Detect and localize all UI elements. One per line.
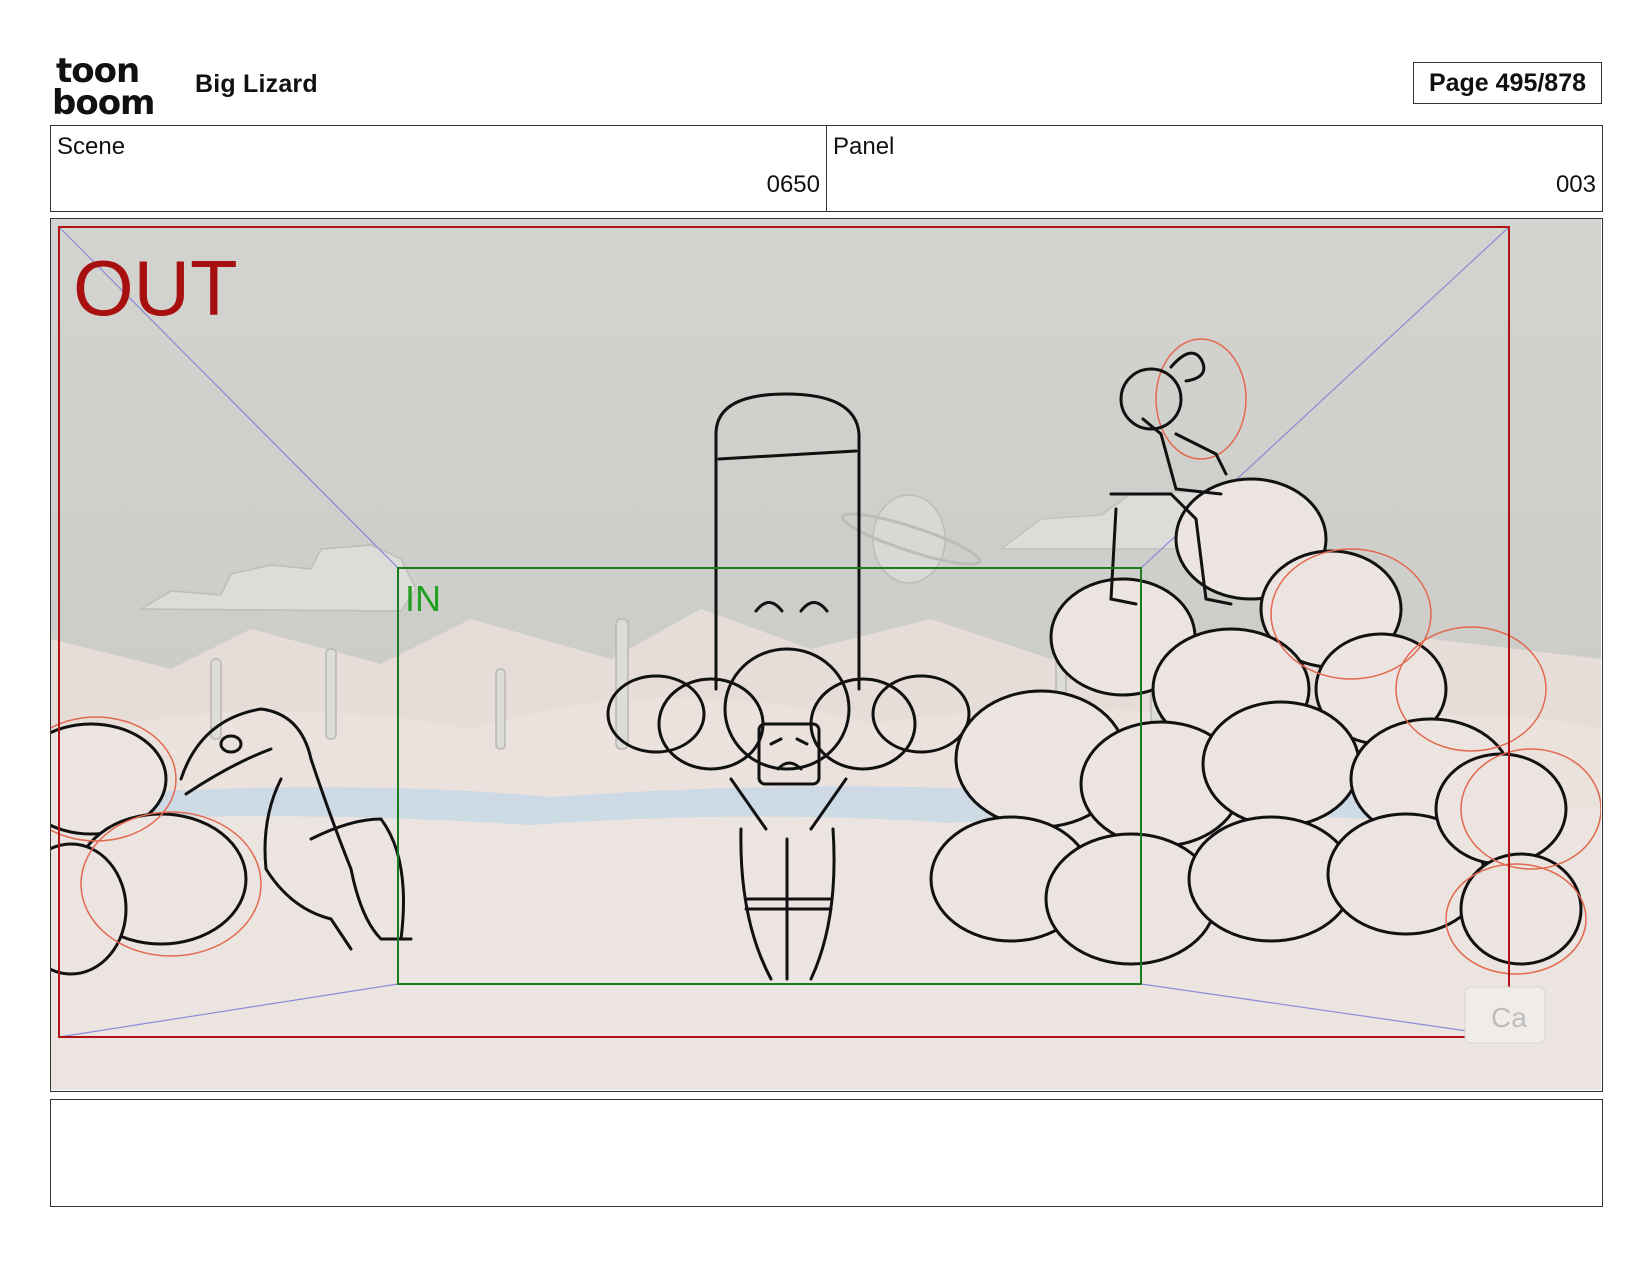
panel-label: Panel <box>833 133 895 160</box>
panel-cell: Panel 003 <box>826 126 1602 211</box>
scene-cell: Scene 0650 <box>51 126 826 211</box>
corner-tag-text: Ca <box>1491 1002 1527 1033</box>
logo-word-bottom: boom <box>52 83 154 118</box>
toonboom-logo: toon boom <box>50 51 175 123</box>
in-frame-label: IN <box>405 578 441 619</box>
panel-caption-box <box>50 1099 1603 1207</box>
panel-number: 003 <box>1555 171 1596 198</box>
page-indicator: Page 495/878 <box>1413 62 1602 104</box>
scene-number: 0650 <box>766 171 820 198</box>
out-frame-label: OUT <box>73 244 238 332</box>
scene-panel-info: Scene 0650 Panel 003 <box>50 125 1603 212</box>
ringed-planet <box>872 494 946 584</box>
scene-label: Scene <box>57 133 126 160</box>
project-title: Big Lizard <box>195 70 318 98</box>
panel-artwork: IN OUT Ca <box>51 219 1601 1090</box>
storyboard-panel: IN OUT Ca <box>50 218 1603 1092</box>
